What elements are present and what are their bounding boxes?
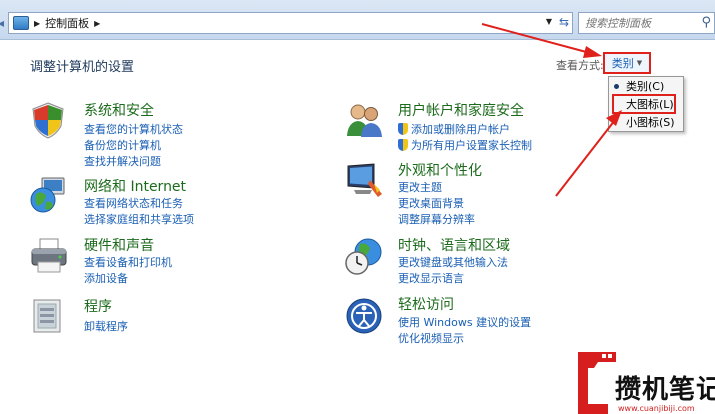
link-appearance-1[interactable]: 更改主题 bbox=[398, 179, 442, 195]
arrow-line bbox=[555, 119, 616, 197]
breadcrumb-separator-icon[interactable]: ▶ bbox=[94, 19, 100, 28]
highlight-box bbox=[612, 94, 676, 114]
link-hardware-2[interactable]: 添加设备 bbox=[84, 270, 128, 286]
link-network-1[interactable]: 查看网络状态和任务 bbox=[84, 195, 183, 211]
link-users-2-label: 为所有用户设置家长控制 bbox=[411, 139, 532, 152]
uac-shield-icon bbox=[398, 139, 408, 151]
search-input[interactable] bbox=[579, 13, 679, 33]
refresh-icon[interactable]: ⇆ bbox=[559, 15, 569, 29]
page-title: 调整计算机的设置 bbox=[30, 60, 135, 75]
menu-item-small-icons[interactable]: 小图标(S) bbox=[609, 114, 683, 131]
users-icon[interactable] bbox=[344, 100, 384, 140]
category-title-network[interactable]: 网络和 Internet bbox=[84, 176, 186, 196]
link-clock-1[interactable]: 更改键盘或其他输入法 bbox=[398, 254, 508, 270]
globe-network-icon[interactable] bbox=[28, 176, 68, 216]
shield-icon[interactable] bbox=[28, 100, 68, 140]
programs-icon[interactable] bbox=[28, 296, 68, 336]
menu-item-category[interactable]: 类别(C) bbox=[609, 78, 683, 95]
uac-shield-icon bbox=[398, 123, 408, 135]
link-hardware-1[interactable]: 查看设备和打印机 bbox=[84, 254, 172, 270]
view-by-label: 查看方式: bbox=[556, 59, 604, 72]
link-programs-1[interactable]: 卸载程序 bbox=[84, 318, 128, 334]
category-title-system[interactable]: 系统和安全 bbox=[84, 100, 154, 120]
menu-item-label: 类别(C) bbox=[626, 80, 665, 93]
breadcrumb-separator-icon[interactable]: ▶ bbox=[34, 19, 40, 28]
category-title-clock[interactable]: 时钟、语言和区域 bbox=[398, 235, 510, 255]
link-system-3[interactable]: 查找并解决问题 bbox=[84, 153, 161, 169]
link-system-1[interactable]: 查看您的计算机状态 bbox=[84, 121, 183, 137]
watermark-url: www.cuanjibiji.com bbox=[618, 404, 695, 413]
category-title-appearance[interactable]: 外观和个性化 bbox=[398, 160, 482, 180]
link-users-2[interactable]: 为所有用户设置家长控制 bbox=[398, 137, 532, 153]
search-box[interactable]: ⚲ bbox=[578, 12, 715, 34]
view-by-value: 类别 bbox=[611, 57, 634, 70]
back-arrow-icon[interactable]: ◂ bbox=[0, 16, 8, 30]
link-appearance-3[interactable]: 调整屏幕分辨率 bbox=[398, 211, 475, 227]
address-field[interactable]: ▶ 控制面板 ▶ ▼ ⇆ bbox=[8, 12, 573, 34]
link-access-1[interactable]: 使用 Windows 建议的设置 bbox=[398, 314, 531, 330]
category-title-programs[interactable]: 程序 bbox=[84, 296, 112, 316]
view-by-select[interactable]: 类别 ▼ bbox=[603, 52, 651, 74]
link-system-2[interactable]: 备份您的计算机 bbox=[84, 137, 161, 153]
link-users-1-label: 添加或删除用户帐户 bbox=[411, 123, 510, 136]
chevron-down-icon[interactable]: ▼ bbox=[546, 17, 552, 26]
search-icon[interactable]: ⚲ bbox=[701, 15, 711, 30]
control-panel-icon bbox=[13, 16, 29, 30]
category-title-users[interactable]: 用户帐户和家庭安全 bbox=[398, 100, 524, 120]
watermark-logo: 攒机笔记 www.cuanjibiji.com bbox=[578, 352, 715, 414]
display-icon[interactable] bbox=[344, 160, 384, 200]
link-users-1[interactable]: 添加或删除用户帐户 bbox=[398, 121, 510, 137]
link-network-2[interactable]: 选择家庭组和共享选项 bbox=[84, 211, 194, 227]
category-title-hardware[interactable]: 硬件和声音 bbox=[84, 235, 154, 255]
category-title-access[interactable]: 轻松访问 bbox=[398, 294, 454, 314]
link-appearance-2[interactable]: 更改桌面背景 bbox=[398, 195, 464, 211]
chevron-down-icon: ▼ bbox=[636, 59, 643, 67]
menu-item-label: 小图标(S) bbox=[626, 116, 675, 129]
clock-globe-icon[interactable] bbox=[344, 236, 384, 276]
address-bar: ◂ ▶ 控制面板 ▶ ▼ ⇆ ⚲ bbox=[0, 0, 715, 40]
radio-selected-icon bbox=[614, 84, 619, 89]
link-access-2[interactable]: 优化视频显示 bbox=[398, 330, 464, 346]
watermark-text: 攒机笔记 bbox=[615, 375, 715, 405]
printer-icon[interactable] bbox=[28, 236, 68, 276]
breadcrumb-control-panel[interactable]: 控制面板 bbox=[45, 15, 89, 31]
ease-of-access-icon[interactable] bbox=[344, 296, 384, 336]
link-clock-2[interactable]: 更改显示语言 bbox=[398, 270, 464, 286]
